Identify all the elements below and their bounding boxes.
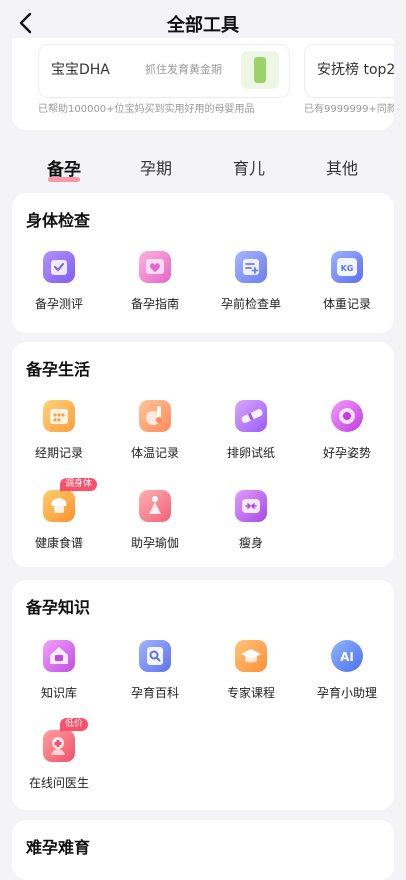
calendar-icon <box>43 400 75 432</box>
section-beiyun-knowledge: 备孕知识 知识库 孕育百科 专家课程 AI 孕育小助理 低价 在线问医生 <box>12 580 394 810</box>
yoga-icon <box>139 490 171 522</box>
tool-label: 瘦身 <box>238 536 263 550</box>
heart-book-icon <box>139 251 171 283</box>
tool-label: 孕育百科 <box>130 686 179 700</box>
tool-expert-course[interactable]: 专家课程 <box>204 640 298 720</box>
tool-label: 孕前检查单 <box>220 297 281 311</box>
tab-label: 育儿 <box>232 159 265 178</box>
tab-label: 备孕 <box>47 160 81 180</box>
section-beiyun-life: 备孕生活 经期记录 体温记录 排卵试纸 好孕姿势 调身体 健康食谱 助孕瑜伽 瘦… <box>12 342 394 567</box>
chef-hat-icon <box>43 490 75 522</box>
tool-label: 知识库 <box>40 686 77 700</box>
promo-item-note: 已有9999999+同款 <box>304 104 394 115</box>
promo-item-name: 宝宝DHA <box>51 62 110 78</box>
tab-yunqi[interactable]: 孕期 <box>116 155 196 179</box>
section-title: 备孕知识 <box>26 598 91 617</box>
tool-label: 备孕测评 <box>34 297 83 311</box>
promo-item-name: 安抚榜 top2 <box>317 62 394 78</box>
doctor-icon <box>43 730 75 762</box>
section-title: 身体检查 <box>26 211 91 230</box>
tool-temperature-record[interactable]: 体温记录 <box>108 400 202 480</box>
tool-ai-assistant[interactable]: AI 孕育小助理 <box>300 640 394 720</box>
tool-pre-pregnancy-checklist[interactable]: 孕前检查单 <box>204 251 298 331</box>
tool-label: 体重记录 <box>322 297 371 311</box>
tool-badge: 调身体 <box>60 478 98 491</box>
promo-item-subtitle: 抓住发育黄金期 <box>145 63 222 76</box>
tool-beiyun-guide[interactable]: 备孕指南 <box>108 251 202 331</box>
tool-period-record[interactable]: 经期记录 <box>12 400 106 480</box>
tab-yuer[interactable]: 育儿 <box>209 155 289 179</box>
section-infertility: 难孕难育 <box>12 820 394 880</box>
posture-icon <box>331 400 363 432</box>
section-title: 难孕难育 <box>26 838 91 857</box>
tool-label: 健康食谱 <box>34 536 83 550</box>
promo-carousel: 宝宝DHA 抓住发育黄金期 已帮助100000+位宝妈买到实用好用的母婴用品 安… <box>12 38 394 130</box>
tool-label: 体温记录 <box>130 446 179 460</box>
scale-kg-icon: KG <box>331 251 363 283</box>
tool-label: 好孕姿势 <box>322 446 371 460</box>
tool-label: 在线问医生 <box>28 776 89 790</box>
test-strip-icon <box>235 400 267 432</box>
page-title: 全部工具 <box>167 15 239 36</box>
section-title: 备孕生活 <box>26 360 91 379</box>
encyclopedia-icon <box>139 640 171 672</box>
ai-assistant-icon: AI <box>331 640 363 672</box>
tab-beiyun[interactable]: 备孕 <box>24 155 104 182</box>
checklist-icon <box>235 251 267 283</box>
tool-label: 排卵试纸 <box>226 446 275 460</box>
tool-healthy-recipe[interactable]: 调身体 健康食谱 <box>12 478 106 570</box>
tool-pregnancy-encyclopedia[interactable]: 孕育百科 <box>108 640 202 720</box>
tool-beiyun-assessment[interactable]: 备孕测评 <box>12 251 106 331</box>
product-bottle-image <box>241 51 279 89</box>
tool-label: 孕育小助理 <box>316 686 377 700</box>
book-house-icon <box>43 640 75 672</box>
promo-item-dha[interactable]: 宝宝DHA 抓住发育黄金期 <box>38 44 290 98</box>
category-tabs: 备孕 孕期 育儿 其他 <box>0 155 406 185</box>
tool-label: 专家课程 <box>226 686 275 700</box>
tool-online-doctor[interactable]: 低价 在线问医生 <box>12 718 106 810</box>
promo-item-note: 已帮助100000+位宝妈买到实用好用的母婴用品 <box>38 104 255 115</box>
tool-knowledge-base[interactable]: 知识库 <box>12 640 106 720</box>
tool-conception-posture[interactable]: 好孕姿势 <box>300 400 394 480</box>
tool-slimming[interactable]: 瘦身 <box>204 490 298 570</box>
tab-label: 其他 <box>325 159 358 178</box>
tool-fertility-yoga[interactable]: 助孕瑜伽 <box>108 490 202 570</box>
tool-weight-record[interactable]: KG 体重记录 <box>300 251 394 331</box>
promo-item-soothe[interactable]: 安抚榜 top2 <box>304 44 394 98</box>
tab-qita[interactable]: 其他 <box>302 155 382 179</box>
slim-icon <box>235 490 267 522</box>
tool-badge: 低价 <box>60 718 89 731</box>
svg-text:KG: KG <box>341 264 354 273</box>
section-body-check: 身体检查 备孕测评 备孕指南 孕前检查单 KG 体重记录 <box>12 193 394 333</box>
tab-label: 孕期 <box>139 159 172 178</box>
tool-label: 备孕指南 <box>130 297 179 311</box>
tool-label: 助孕瑜伽 <box>130 536 179 550</box>
tool-ovulation-test[interactable]: 排卵试纸 <box>204 400 298 480</box>
graduation-cap-icon <box>235 640 267 672</box>
clipboard-check-icon <box>43 251 75 283</box>
svg-text:AI: AI <box>340 650 354 664</box>
tool-label: 经期记录 <box>34 446 83 460</box>
thermometer-icon <box>139 400 171 432</box>
